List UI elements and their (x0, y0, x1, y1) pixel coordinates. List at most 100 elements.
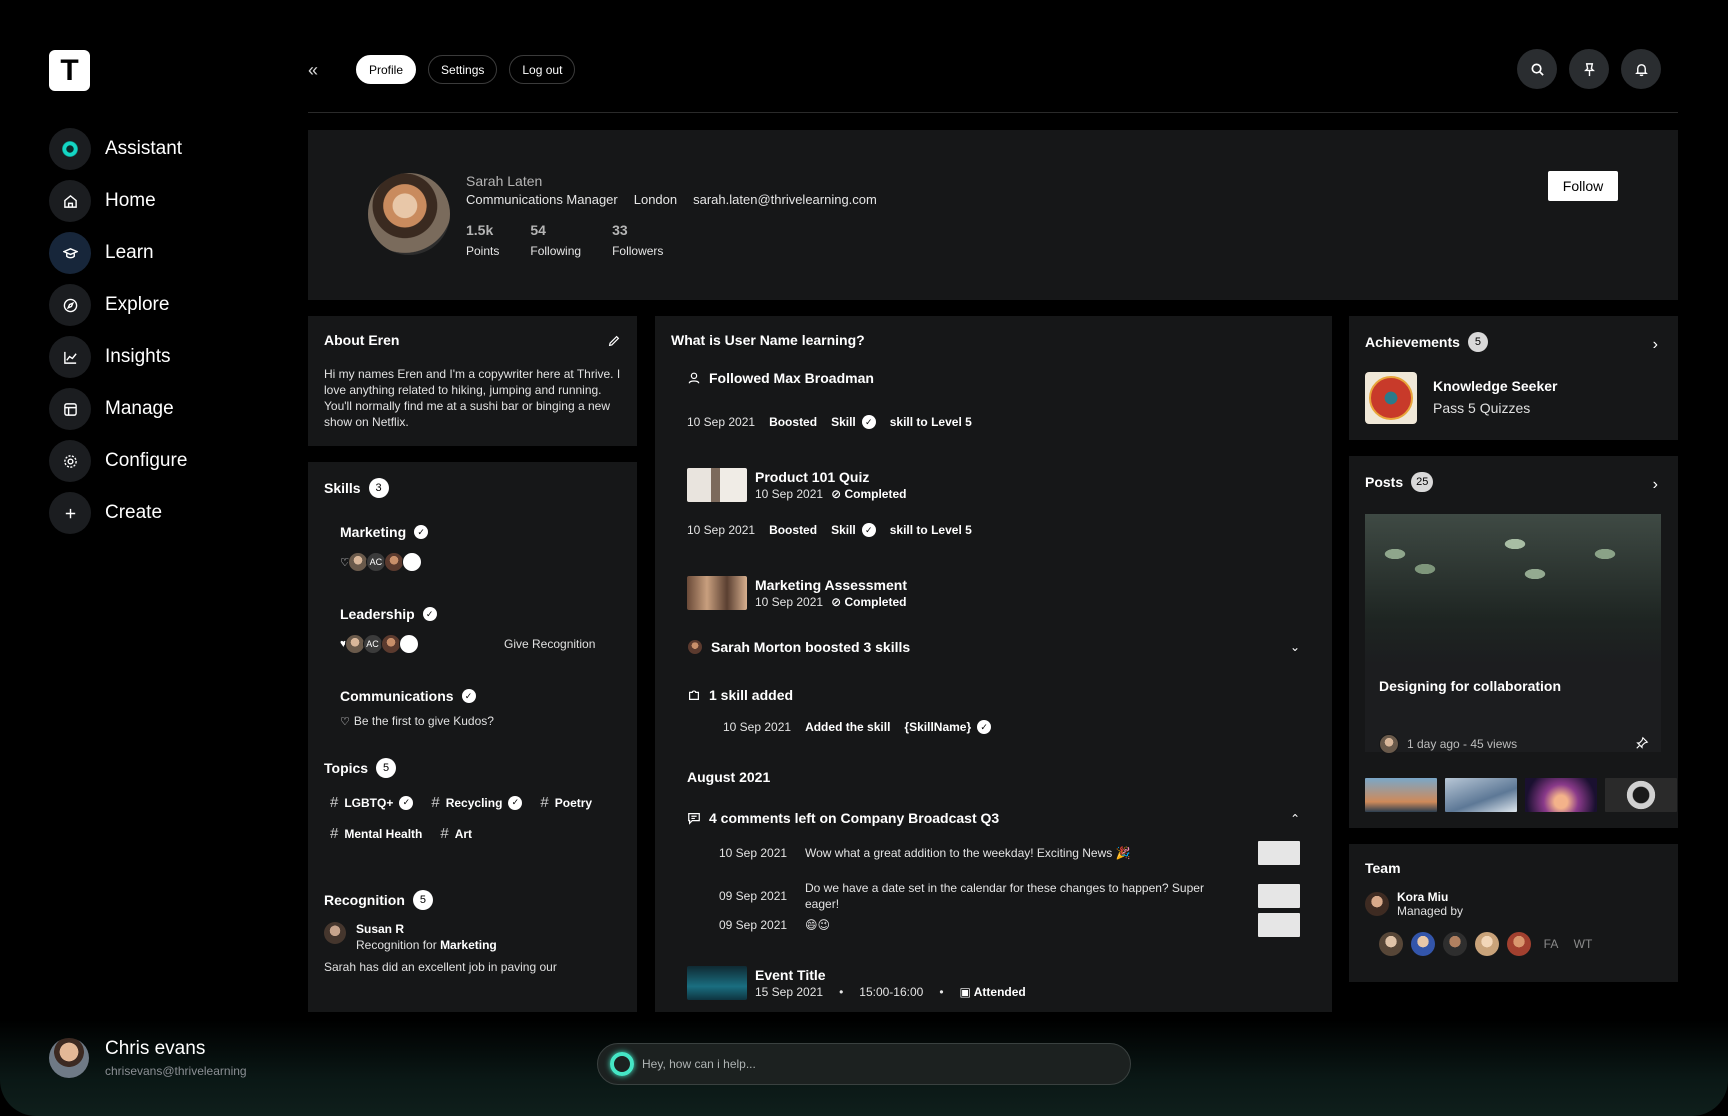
sidebar-item-explore[interactable]: Explore (49, 284, 187, 326)
comment-text: Do we have a date set in the calendar fo… (805, 881, 1204, 911)
event-time: 15:00-16:00 (859, 985, 924, 999)
team-member-initials[interactable]: FA (1539, 937, 1563, 951)
team-member-avatar[interactable] (1507, 932, 1531, 956)
recognition-for-prefix: Recognition for (356, 938, 437, 952)
sidebar-item-home[interactable]: Home (49, 180, 187, 222)
team-member-avatar[interactable] (1443, 932, 1467, 956)
feed-item-boost[interactable]: 10 Sep 2021 Boosted Skill ✓ skill to Leve… (687, 523, 1300, 537)
comment-date: 10 Sep 2021 (719, 846, 788, 860)
comment-thumbnail[interactable] (1258, 913, 1300, 937)
feed-item-boosted-group[interactable]: Sarah Morton boosted 3 skills ⌄ (687, 639, 1300, 655)
about-title: About Eren (324, 332, 400, 348)
sidebar-item-configure[interactable]: Configure (49, 440, 187, 482)
verified-check-icon: ✓ (508, 795, 523, 810)
sidebar-item-manage[interactable]: Manage (49, 388, 187, 430)
comment-row[interactable]: 09 Sep 2021 Do we have a date set in the… (719, 880, 1300, 912)
posts-count-badge: 25 (1411, 472, 1434, 492)
recognition-name: Susan R (356, 922, 405, 936)
post-title: Designing for collaboration (1379, 678, 1562, 694)
post-thumbnail[interactable] (1365, 778, 1437, 812)
assistant-orb-icon (49, 128, 91, 170)
comment-icon (688, 813, 700, 825)
stat-followers[interactable]: 33 Followers (612, 222, 663, 258)
post-thumbnail[interactable] (1525, 778, 1597, 812)
achievement-desc: Pass 5 Quizzes (1433, 400, 1531, 416)
kudos-prompt[interactable]: Be the first to give Kudos? (354, 714, 494, 728)
skill-item: Marketing ✓ ♡ AC (340, 524, 621, 572)
tab-profile[interactable]: Profile (356, 55, 417, 84)
skill-label: Skill (831, 415, 856, 429)
tab-settings[interactable]: Settings (428, 55, 498, 84)
feed-item-comments[interactable]: 4 comments left on Company Broadcast Q3 … (687, 810, 1300, 826)
profile-meta: Communications Manager London sarah.late… (466, 192, 877, 207)
comment-thumbnail[interactable] (1258, 884, 1300, 908)
chevron-right-icon[interactable]: › (1653, 476, 1658, 494)
assistant-input-bar[interactable] (597, 1043, 1131, 1085)
app-logo[interactable]: T (49, 50, 90, 91)
graduation-cap-icon (49, 232, 91, 274)
sidebar-item-learn[interactable]: Learn (49, 232, 187, 274)
current-user[interactable]: Chris evans chrisevans@thrivelearning (49, 1038, 247, 1078)
feed-item-followed[interactable]: Followed Max Broadman (687, 370, 1300, 386)
topic-chip[interactable]: # Poetry (540, 794, 592, 811)
post-card[interactable]: Designing for collaboration 1 day ago - … (1365, 514, 1661, 754)
achievements-title: Achievements 5 (1365, 332, 1662, 352)
skill-chip[interactable]: {SkillName} ✓ (904, 720, 992, 734)
header-divider (308, 112, 1678, 113)
feed-item-skill-added[interactable]: 1 skill added (687, 687, 1300, 703)
feed-item-title: Product 101 Quiz (755, 469, 870, 485)
feed-item-boost[interactable]: 10 Sep 2021 Boosted Skill ✓ skill to Leve… (687, 415, 1300, 429)
skill-label: {SkillName} (904, 720, 972, 734)
sidebar-item-label: Home (105, 190, 156, 211)
comment-thumbnail[interactable] (1258, 841, 1300, 865)
team-member-avatar[interactable] (1475, 932, 1499, 956)
team-member-initials[interactable]: WT (1571, 937, 1595, 951)
topic-chip[interactable]: # LGBTQ+ ✓ (330, 794, 414, 811)
pin-icon[interactable] (1569, 49, 1609, 89)
achievement-badge-icon[interactable] (1365, 372, 1417, 424)
tab-logout[interactable]: Log out (509, 55, 576, 84)
feed-item-assessment[interactable]: Marketing Assessment 10 Sep 2021 ⊘ Comple… (687, 576, 1300, 610)
topic-chip[interactable]: # Mental Health (330, 825, 422, 842)
recognition-item[interactable]: Susan R Recognition for Marketing (324, 922, 621, 952)
post-thumbnail[interactable] (1445, 778, 1517, 812)
search-icon[interactable] (1517, 49, 1557, 89)
sidebar-item-create[interactable]: Create (49, 492, 187, 534)
kudos-row: ♡ AC (340, 552, 621, 572)
feed-item-event[interactable]: Event Title 15 Sep 2021 • 15:00-16:00 • … (687, 966, 1300, 1000)
assistant-input[interactable] (642, 1057, 1042, 1071)
topic-chip[interactable]: # Art (440, 825, 472, 842)
profile-email[interactable]: sarah.laten@thrivelearning.com (693, 192, 877, 207)
chevron-right-icon[interactable]: › (1653, 336, 1658, 354)
team-member-avatar[interactable] (1379, 932, 1403, 956)
pin-icon[interactable] (1635, 736, 1649, 750)
sidebar-item-assistant[interactable]: Assistant (49, 128, 187, 170)
home-icon (49, 180, 91, 222)
bell-icon[interactable] (1621, 49, 1661, 89)
follow-button[interactable]: Follow (1548, 171, 1618, 201)
avatar-initials: AC (365, 552, 386, 572)
team-lead[interactable]: Kora Miu Managed by (1365, 890, 1662, 918)
gear-icon (49, 440, 91, 482)
chevron-down-icon[interactable]: ⌄ (1290, 640, 1300, 654)
post-thumbnail[interactable] (1605, 778, 1677, 812)
topic-chip[interactable]: # Recycling ✓ (431, 794, 523, 811)
pencil-icon[interactable] (607, 334, 621, 348)
skills-label: Skills (324, 480, 361, 496)
comment-row[interactable]: 09 Sep 2021 😄😉 (719, 913, 1300, 937)
chevron-up-icon[interactable]: ⌄ (1290, 811, 1300, 825)
sidebar-item-insights[interactable]: Insights (49, 336, 187, 378)
skill-chip: Skill ✓ (831, 415, 876, 429)
topic-list: # LGBTQ+ ✓ # Recycling ✓ # Poetry # Mental Hea… (330, 794, 600, 842)
heart-outline-icon[interactable]: ♡ (340, 715, 350, 728)
collapse-sidebar-icon[interactable]: « (308, 60, 318, 81)
give-recognition-link[interactable]: Give Recognition (504, 637, 595, 651)
quiz-thumbnail (687, 468, 747, 502)
team-member-avatar[interactable] (1411, 932, 1435, 956)
feed-item-title: 1 skill added (709, 687, 794, 703)
header-tabs: Profile Settings Log out (356, 55, 576, 84)
comment-row[interactable]: 10 Sep 2021 Wow what a great addition to… (719, 841, 1300, 865)
stat-following[interactable]: 54 Following (530, 222, 581, 258)
feed-item-quiz[interactable]: Product 101 Quiz 10 Sep 2021 ⊘ Completed (687, 468, 1300, 502)
skill-label: Skill (831, 523, 856, 537)
